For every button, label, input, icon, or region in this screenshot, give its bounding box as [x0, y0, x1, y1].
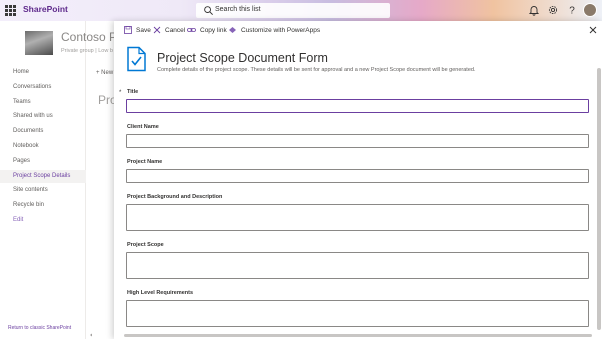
form-title: Project Scope Document Form — [157, 51, 328, 65]
project-scope-textarea[interactable] — [126, 252, 589, 279]
sharepoint-brand-link[interactable]: SharePoint — [23, 4, 68, 14]
nav-item-notebook[interactable]: Notebook — [13, 143, 39, 149]
required-indicator: * — [119, 90, 122, 96]
copy-link-label: Copy link — [200, 26, 227, 34]
suite-bar: SharePoint Search this list ? — [0, 0, 602, 21]
background-scroll-left-arrow[interactable] — [86, 331, 116, 339]
cancel-label: Cancel — [165, 26, 186, 34]
vertical-scroll-thumb[interactable] — [597, 68, 601, 330]
vertical-scrollbar[interactable] — [596, 38, 602, 339]
title-label: Title — [127, 89, 139, 95]
waffle-icon[interactable] — [5, 5, 16, 16]
project-background-textarea[interactable] — [126, 204, 589, 231]
command-bar: Save Cancel Copy link Customize with Pow… — [114, 21, 602, 38]
customize-powerapps-button[interactable]: Customize with PowerApps — [228, 25, 320, 35]
background-new-button[interactable]: + New — [96, 70, 113, 76]
nav-item-site-contents[interactable]: Site contents — [13, 187, 48, 193]
project-name-label: Project Name — [127, 159, 163, 165]
nav-item-home[interactable]: Home — [13, 69, 29, 75]
nav-item-conversations[interactable]: Conversations — [13, 84, 51, 90]
search-placeholder: Search this list — [215, 6, 261, 13]
cancel-button[interactable]: Cancel — [153, 25, 185, 35]
close-icon[interactable] — [588, 25, 598, 35]
svg-text:?: ? — [569, 6, 575, 17]
site-subtitle: Private group | Low b — [61, 48, 113, 54]
horizontal-scrollbar[interactable] — [114, 332, 602, 339]
nav-edit-link[interactable]: Edit — [13, 217, 23, 223]
title-input[interactable] — [126, 99, 589, 113]
cancel-icon — [153, 26, 161, 34]
powerapps-icon — [229, 27, 236, 33]
project-scope-label: Project Scope — [127, 242, 164, 248]
save-label: Save — [136, 26, 151, 34]
customize-label: Customize with PowerApps — [241, 26, 321, 34]
user-avatar[interactable] — [583, 3, 597, 17]
gear-icon[interactable] — [547, 4, 559, 16]
save-icon — [124, 26, 132, 34]
copy-link-button[interactable]: Copy link — [187, 25, 227, 35]
bell-icon[interactable] — [528, 4, 540, 16]
site-logo[interactable] — [25, 31, 53, 55]
nav-item-shared-with-us[interactable]: Shared with us — [13, 113, 53, 119]
return-to-classic-link[interactable]: Return to classic SharePoint — [8, 325, 71, 331]
save-button[interactable]: Save — [124, 25, 151, 35]
horizontal-scroll-thumb[interactable] — [124, 334, 592, 337]
link-icon — [187, 28, 196, 32]
nav-item-teams[interactable]: Teams — [13, 99, 31, 105]
high-level-requirements-textarea[interactable] — [126, 300, 589, 327]
help-icon[interactable]: ? — [566, 4, 578, 17]
nav-item-pages[interactable]: Pages — [13, 158, 30, 164]
form-panel: Save Cancel Copy link Customize with Pow… — [114, 21, 602, 339]
background-new-label: New — [101, 70, 114, 76]
search-box[interactable]: Search this list — [196, 3, 390, 18]
nav-item-recycle-bin[interactable]: Recycle bin — [13, 202, 44, 208]
site-title[interactable]: Contoso Pr — [61, 30, 121, 44]
search-icon — [204, 6, 213, 15]
nav-item-documents[interactable]: Documents — [13, 128, 43, 134]
client-name-label: Client Name — [127, 124, 159, 130]
client-name-input[interactable] — [126, 134, 589, 148]
form-checklist-icon — [127, 46, 146, 72]
nav-item-project-scope-details[interactable]: Project Scope Details — [0, 170, 86, 183]
project-name-input[interactable] — [126, 169, 589, 183]
form-description: Complete details of the project scope. T… — [157, 67, 476, 73]
project-background-label: Project Background and Description — [127, 194, 223, 200]
high-level-requirements-label: High Level Requirements — [127, 290, 194, 296]
